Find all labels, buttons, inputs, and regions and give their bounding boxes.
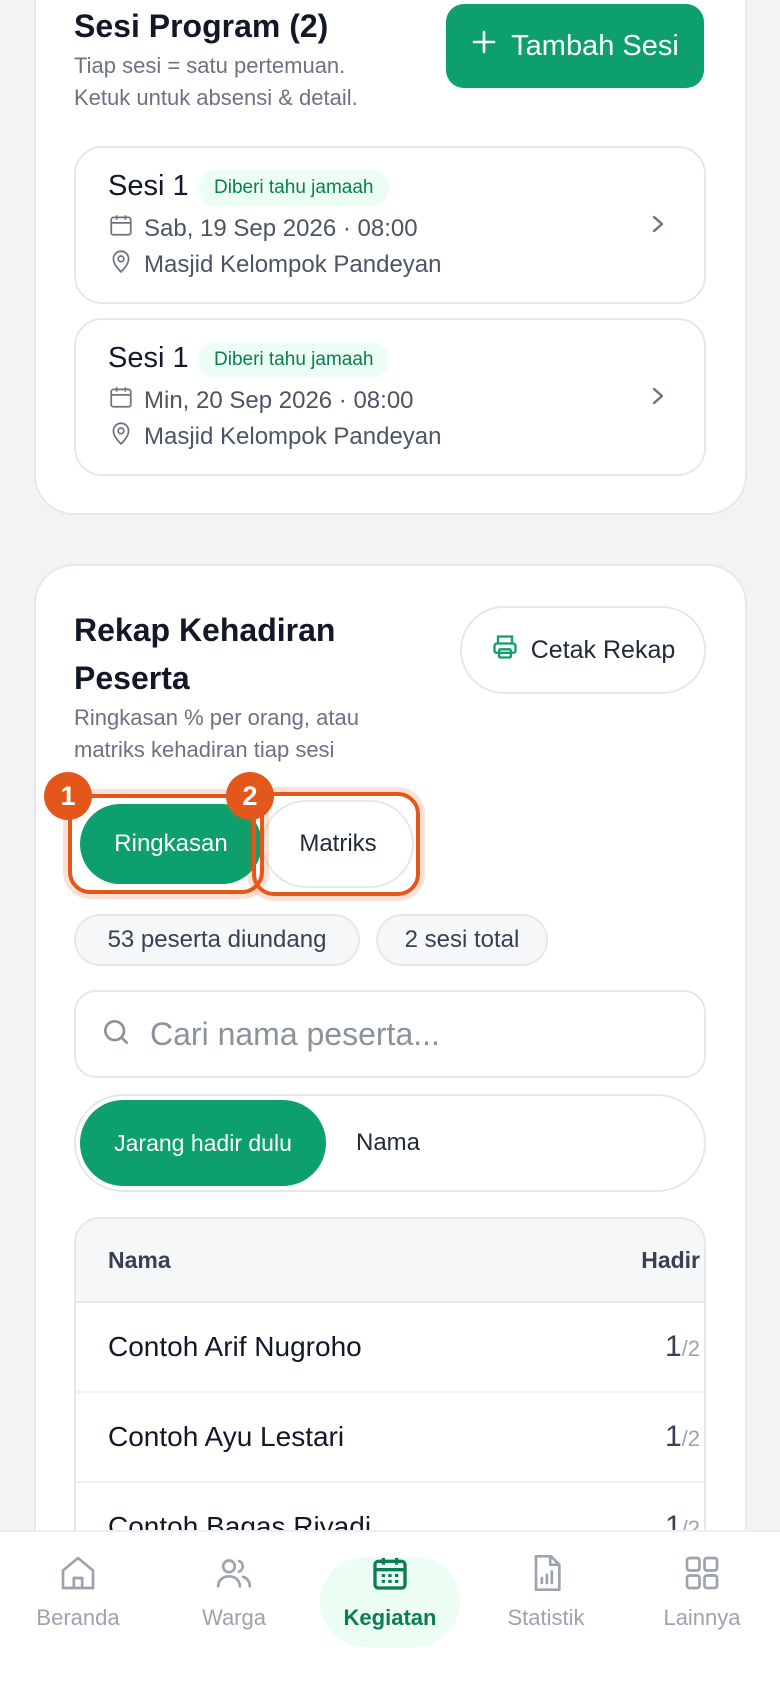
attendance-title-line1: Rekap Kehadiran [74,612,336,648]
participant-name: Contoh Arif Nugroho [108,1331,362,1362]
search-field[interactable] [74,990,706,1078]
location-pin-icon [108,248,134,281]
nav-item-lainnya[interactable]: Lainnya [632,1532,772,1652]
table-header: Nama Hadir [76,1219,704,1303]
column-header-attend: Hadir [641,1246,700,1273]
print-recap-button[interactable]: Cetak Rekap [460,606,706,694]
session-item[interactable]: Sesi 1 Diberi tahu jamaah Min, 20 Sep 20… [74,318,706,476]
chart-icon [526,1553,566,1599]
print-recap-label: Cetak Rekap [530,635,676,664]
nav-item-kegiatan[interactable]: Kegiatan [320,1532,460,1652]
sessions-title: Sesi Program (2) [74,8,329,44]
plus-icon [471,29,497,63]
session-date: Sab, 19 Sep 2026 · 08:00 [144,214,418,242]
users-icon [214,1553,254,1599]
session-name: Sesi 1 [108,342,189,374]
table-row[interactable]: Contoh Ayu Lestari 1/2 [76,1393,704,1483]
notified-badge: Diberi tahu jamaah [198,170,390,206]
attendance-subtitle-line1: Ringkasan % per orang, atau [74,705,359,730]
home-icon [58,1553,98,1599]
search-icon [100,1016,132,1053]
search-input[interactable] [150,1015,670,1053]
attendance-title-line2: Peserta [74,660,190,696]
location-pin-icon [108,420,134,453]
session-location: Masjid Kelompok Pandeyan [144,422,442,450]
grid-icon [682,1553,722,1599]
attendance-value: 1/2 [664,1330,700,1363]
add-session-label: Tambah Sesi [511,29,679,62]
nav-item-statistik[interactable]: Statistik [476,1532,616,1652]
printer-icon [491,633,519,668]
session-name: Sesi 1 [108,170,189,202]
highlight-box-2 [252,792,420,896]
sessions-subtitle-line1: Tiap sesi = satu pertemuan. [74,53,346,78]
step-marker-1: 1 [44,772,92,820]
attendance-subtitle-line2: matriks kehadiran tiap sesi [74,737,335,762]
calendar-icon [108,212,134,245]
table-row[interactable]: Contoh Arif Nugroho 1/2 [76,1303,704,1393]
session-item[interactable]: Sesi 1 Diberi tahu jamaah Sab, 19 Sep 20… [74,146,706,304]
session-count-chip: 2 sesi total [376,914,548,966]
step-marker-2: 2 [226,772,274,820]
sort-least-attended-button[interactable]: Jarang hadir dulu [80,1100,326,1186]
notified-badge: Diberi tahu jamaah [198,342,390,378]
attendance-value: 1/2 [664,1420,700,1453]
column-header-name: Nama [108,1246,171,1273]
chevron-right-icon [648,210,668,243]
bottom-nav: Beranda Warga Kegiatan Statistik Lainnya [0,1530,780,1688]
invited-count-chip: 53 peserta diundang [74,914,360,966]
sessions-subtitle-line2: Ketuk untuk absensi & detail. [74,85,358,110]
nav-item-beranda[interactable]: Beranda [8,1532,148,1652]
chevron-right-icon [648,382,668,415]
calendar-icon [370,1553,410,1599]
nav-item-warga[interactable]: Warga [164,1532,304,1652]
sort-name-button[interactable]: Nama [340,1100,436,1186]
participant-name: Contoh Ayu Lestari [108,1421,345,1452]
calendar-icon [108,384,134,417]
session-date: Min, 20 Sep 2026 · 08:00 [144,386,414,414]
add-session-button[interactable]: Tambah Sesi [446,4,704,88]
session-location: Masjid Kelompok Pandeyan [144,250,442,278]
